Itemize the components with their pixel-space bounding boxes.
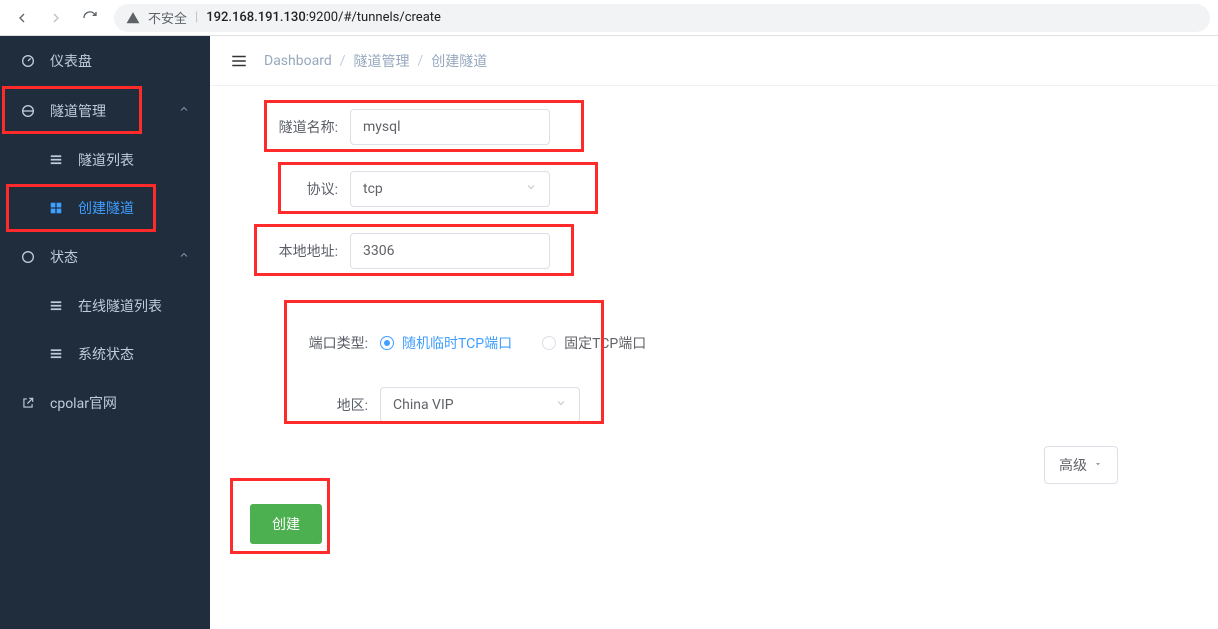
menu-toggle-icon[interactable]: [230, 52, 248, 70]
breadcrumb-dashboard[interactable]: Dashboard: [264, 53, 332, 69]
list-icon: [48, 347, 64, 361]
sidebar-item-label: 隧道列表: [78, 150, 134, 170]
label-region: 地区:: [280, 395, 380, 415]
sidebar-item-tunnel-mgmt[interactable]: 隧道管理: [0, 86, 210, 136]
sidebar-item-dashboard[interactable]: 仪表盘: [0, 36, 210, 86]
sidebar-item-label: 创建隧道: [78, 198, 134, 218]
create-tunnel-form: 隧道名称: 协议: tcp 本地地址: 端口类型:: [210, 86, 1218, 564]
chevron-down-icon: [555, 397, 567, 413]
create-button[interactable]: 创建: [250, 504, 322, 544]
chevron-up-icon: [178, 249, 190, 265]
list-icon: [48, 299, 64, 313]
sidebar-item-label: 隧道管理: [50, 101, 106, 121]
breadcrumb: Dashboard / 隧道管理 / 创建隧道: [264, 51, 487, 71]
row-local-address: 本地地址:: [250, 230, 1178, 272]
insecure-icon: [126, 11, 140, 25]
status-icon: [20, 249, 36, 265]
browser-toolbar: 不安全 | 192.168.191.130:9200/#/tunnels/cre…: [0, 0, 1218, 36]
sidebar: 仪表盘 隧道管理 隧道列表: [0, 36, 210, 629]
advanced-label: 高级: [1059, 455, 1087, 475]
sidebar-item-create-tunnel[interactable]: 创建隧道: [0, 184, 210, 232]
tunnel-icon: [20, 103, 36, 119]
sidebar-item-tunnel-list[interactable]: 隧道列表: [0, 136, 210, 184]
url-path: :9200/#/tunnels/create: [306, 10, 441, 25]
radio-dot-icon: [380, 336, 394, 350]
address-bar[interactable]: 不安全 | 192.168.191.130:9200/#/tunnels/cre…: [114, 4, 1210, 32]
select-region-value: China VIP: [393, 397, 454, 413]
address-separator: |: [195, 10, 198, 25]
sidebar-item-label: 仪表盘: [50, 51, 92, 71]
select-protocol-value: tcp: [363, 181, 383, 197]
row-tunnel-name: 隧道名称:: [250, 106, 1178, 148]
sidebar-item-online-tunnels[interactable]: 在线隧道列表: [0, 282, 210, 330]
radio-fixed-port[interactable]: 固定TCP端口: [542, 333, 646, 353]
external-link-icon: [20, 396, 36, 410]
url-host: 192.168.191.130: [206, 10, 306, 25]
caret-down-icon: [1093, 457, 1103, 473]
sidebar-item-label: 在线隧道列表: [78, 296, 162, 316]
back-button[interactable]: [8, 4, 36, 32]
sidebar-item-label: 状态: [50, 247, 78, 267]
select-protocol[interactable]: tcp: [350, 171, 550, 207]
sidebar-item-label: 系统状态: [78, 344, 134, 364]
topbar: Dashboard / 隧道管理 / 创建隧道: [210, 36, 1218, 86]
dashboard-icon: [20, 53, 36, 69]
sidebar-item-system-status[interactable]: 系统状态: [0, 330, 210, 378]
row-region: 地区: China VIP: [280, 384, 1178, 426]
input-tunnel-name[interactable]: [350, 109, 550, 145]
input-local-address[interactable]: [350, 233, 550, 269]
radio-random-port[interactable]: 随机临时TCP端口: [380, 333, 512, 353]
chevron-up-icon: [178, 103, 190, 119]
chevron-down-icon: [525, 181, 537, 197]
forward-button[interactable]: [42, 4, 70, 32]
reload-button[interactable]: [76, 4, 104, 32]
advanced-button[interactable]: 高级: [1044, 446, 1118, 484]
submit-row: 创建: [250, 504, 1178, 544]
breadcrumb-separator: /: [340, 53, 346, 69]
breadcrumb-create: 创建隧道: [431, 51, 487, 71]
label-protocol: 协议:: [250, 179, 350, 199]
breadcrumb-tunnel-mgmt[interactable]: 隧道管理: [354, 51, 410, 71]
radio-label: 随机临时TCP端口: [402, 333, 512, 353]
insecure-label: 不安全: [148, 8, 187, 27]
radio-group-port-type: 随机临时TCP端口 固定TCP端口: [380, 333, 646, 353]
radio-label: 固定TCP端口: [564, 333, 646, 353]
list-icon: [48, 153, 64, 167]
main-content: Dashboard / 隧道管理 / 创建隧道 隧道名称: 协议: tcp: [210, 36, 1218, 629]
row-port-type: 端口类型: 随机临时TCP端口 固定TCP端口: [280, 322, 1178, 364]
row-protocol: 协议: tcp: [250, 168, 1178, 210]
create-button-label: 创建: [272, 517, 300, 533]
advanced-row: 高级: [250, 446, 1178, 484]
select-region[interactable]: China VIP: [380, 387, 580, 423]
label-port-type: 端口类型:: [280, 333, 380, 353]
label-tunnel-name: 隧道名称:: [250, 117, 350, 137]
radio-dot-icon: [542, 336, 556, 350]
sidebar-item-cpolar-site[interactable]: cpolar官网: [0, 378, 210, 428]
grid-icon: [48, 201, 64, 215]
sidebar-item-status[interactable]: 状态: [0, 232, 210, 282]
url-text: 192.168.191.130:9200/#/tunnels/create: [206, 10, 441, 25]
sidebar-item-label: cpolar官网: [50, 393, 117, 413]
breadcrumb-separator: /: [418, 53, 424, 69]
label-local-address: 本地地址:: [250, 241, 350, 261]
